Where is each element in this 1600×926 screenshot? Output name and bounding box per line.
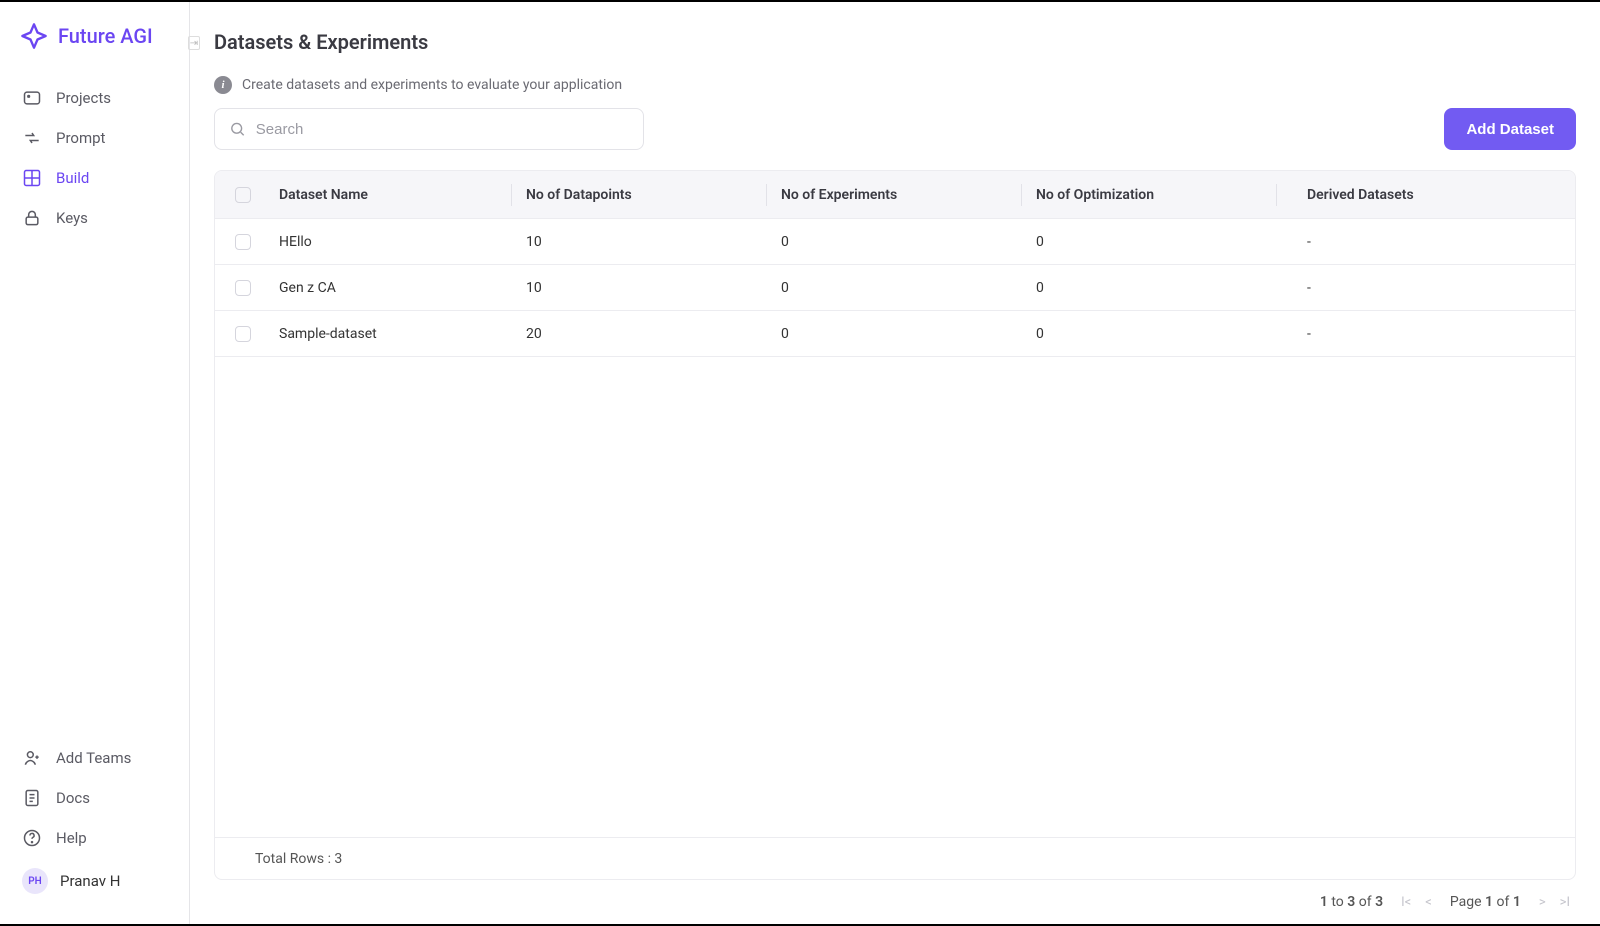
pagination-bar: 1 to 3 of 3 I< < Page 1 of 1 > >I xyxy=(190,880,1600,924)
total-rows-label: Total Rows : 3 xyxy=(255,851,342,867)
row-checkbox[interactable] xyxy=(235,234,251,250)
pagination-page: Page 1 of 1 xyxy=(1450,894,1521,910)
cell-derived: - xyxy=(1291,280,1575,296)
sidebar-item-add-teams[interactable]: Add Teams xyxy=(0,738,189,778)
sidebar-item-label: Docs xyxy=(56,789,90,807)
sidebar-item-label: Projects xyxy=(56,89,111,107)
lock-icon xyxy=(22,208,42,228)
page-prev-button[interactable]: < xyxy=(1425,895,1432,910)
add-dataset-button[interactable]: Add Dataset xyxy=(1444,108,1576,150)
page-description-row: i Create datasets and experiments to eva… xyxy=(190,62,1600,108)
sidebar-item-label: Prompt xyxy=(56,129,105,147)
page-next-button[interactable]: > xyxy=(1539,895,1546,910)
datasets-table: Dataset Name No of Datapoints No of Expe… xyxy=(214,170,1576,880)
table-body: HEllo 10 0 0 - Gen z CA 10 0 xyxy=(215,219,1575,837)
brand-name: Future AGI xyxy=(58,24,153,48)
table-row[interactable]: Sample-dataset 20 0 0 - xyxy=(215,311,1575,357)
col-header-optimization[interactable]: No of Optimization xyxy=(1036,187,1276,203)
sidebar-item-docs[interactable]: Docs xyxy=(0,778,189,818)
select-all-checkbox[interactable] xyxy=(235,187,251,203)
cell-experiments: 0 xyxy=(781,280,1021,296)
page-title: Datasets & Experiments xyxy=(214,30,1576,54)
search-input[interactable] xyxy=(256,121,629,138)
brand-logo[interactable]: Future AGI xyxy=(0,22,189,78)
info-icon: i xyxy=(214,76,232,94)
grid-icon xyxy=(22,168,42,188)
table-row[interactable]: HEllo 10 0 0 - xyxy=(215,219,1575,265)
cell-optimization: 0 xyxy=(1036,280,1276,296)
page-last-button[interactable]: >I xyxy=(1560,895,1570,910)
sidebar-item-keys[interactable]: Keys xyxy=(0,198,189,238)
pagination-range: 1 to 3 of 3 xyxy=(1320,894,1383,910)
table-row[interactable]: Gen z CA 10 0 0 - xyxy=(215,265,1575,311)
sidebar-item-label: Help xyxy=(56,829,87,847)
sidebar-item-label: Keys xyxy=(56,209,88,227)
main-content: ⇥ Datasets & Experiments i Create datase… xyxy=(190,2,1600,924)
row-checkbox[interactable] xyxy=(235,326,251,342)
brand-sparkle-icon xyxy=(20,22,48,50)
sidebar-item-label: Build xyxy=(56,169,89,187)
col-header-name[interactable]: Dataset Name xyxy=(271,187,511,203)
folder-icon xyxy=(22,88,42,108)
col-header-experiments[interactable]: No of Experiments xyxy=(781,187,1021,203)
page-description: Create datasets and experiments to evalu… xyxy=(242,77,622,93)
cell-optimization: 0 xyxy=(1036,326,1276,342)
help-icon xyxy=(22,828,42,848)
search-icon xyxy=(229,120,246,138)
secondary-nav: Add Teams Docs Help PH Pranav H xyxy=(0,738,189,904)
prompt-icon xyxy=(22,128,42,148)
document-icon xyxy=(22,788,42,808)
cell-optimization: 0 xyxy=(1036,234,1276,250)
user-profile[interactable]: PH Pranav H xyxy=(0,858,189,904)
user-name: Pranav H xyxy=(60,872,120,890)
cell-derived: - xyxy=(1291,326,1575,342)
cell-datapoints: 20 xyxy=(526,326,766,342)
sidebar-item-build[interactable]: Build xyxy=(0,158,189,198)
cell-name: Gen z CA xyxy=(271,280,511,296)
main-nav: Projects Prompt Build Keys xyxy=(0,78,189,238)
table-header-row: Dataset Name No of Datapoints No of Expe… xyxy=(215,171,1575,219)
col-header-datapoints[interactable]: No of Datapoints xyxy=(526,187,766,203)
sidebar-item-projects[interactable]: Projects xyxy=(0,78,189,118)
cell-name: HEllo xyxy=(271,234,511,250)
cell-experiments: 0 xyxy=(781,326,1021,342)
cell-datapoints: 10 xyxy=(526,234,766,250)
cell-datapoints: 10 xyxy=(526,280,766,296)
sidebar-item-prompt[interactable]: Prompt xyxy=(0,118,189,158)
row-checkbox[interactable] xyxy=(235,280,251,296)
page-first-button[interactable]: I< xyxy=(1401,895,1411,910)
sidebar: Future AGI Projects Prompt Build Keys xyxy=(0,2,190,924)
avatar: PH xyxy=(22,868,48,894)
cell-derived: - xyxy=(1291,234,1575,250)
cell-experiments: 0 xyxy=(781,234,1021,250)
search-field[interactable] xyxy=(214,108,644,150)
sidebar-item-help[interactable]: Help xyxy=(0,818,189,858)
sidebar-item-label: Add Teams xyxy=(56,749,131,767)
sidebar-collapse-toggle[interactable]: ⇥ xyxy=(188,36,200,50)
user-plus-icon xyxy=(22,748,42,768)
cell-name: Sample-dataset xyxy=(271,326,511,342)
col-header-derived[interactable]: Derived Datasets xyxy=(1291,187,1575,203)
